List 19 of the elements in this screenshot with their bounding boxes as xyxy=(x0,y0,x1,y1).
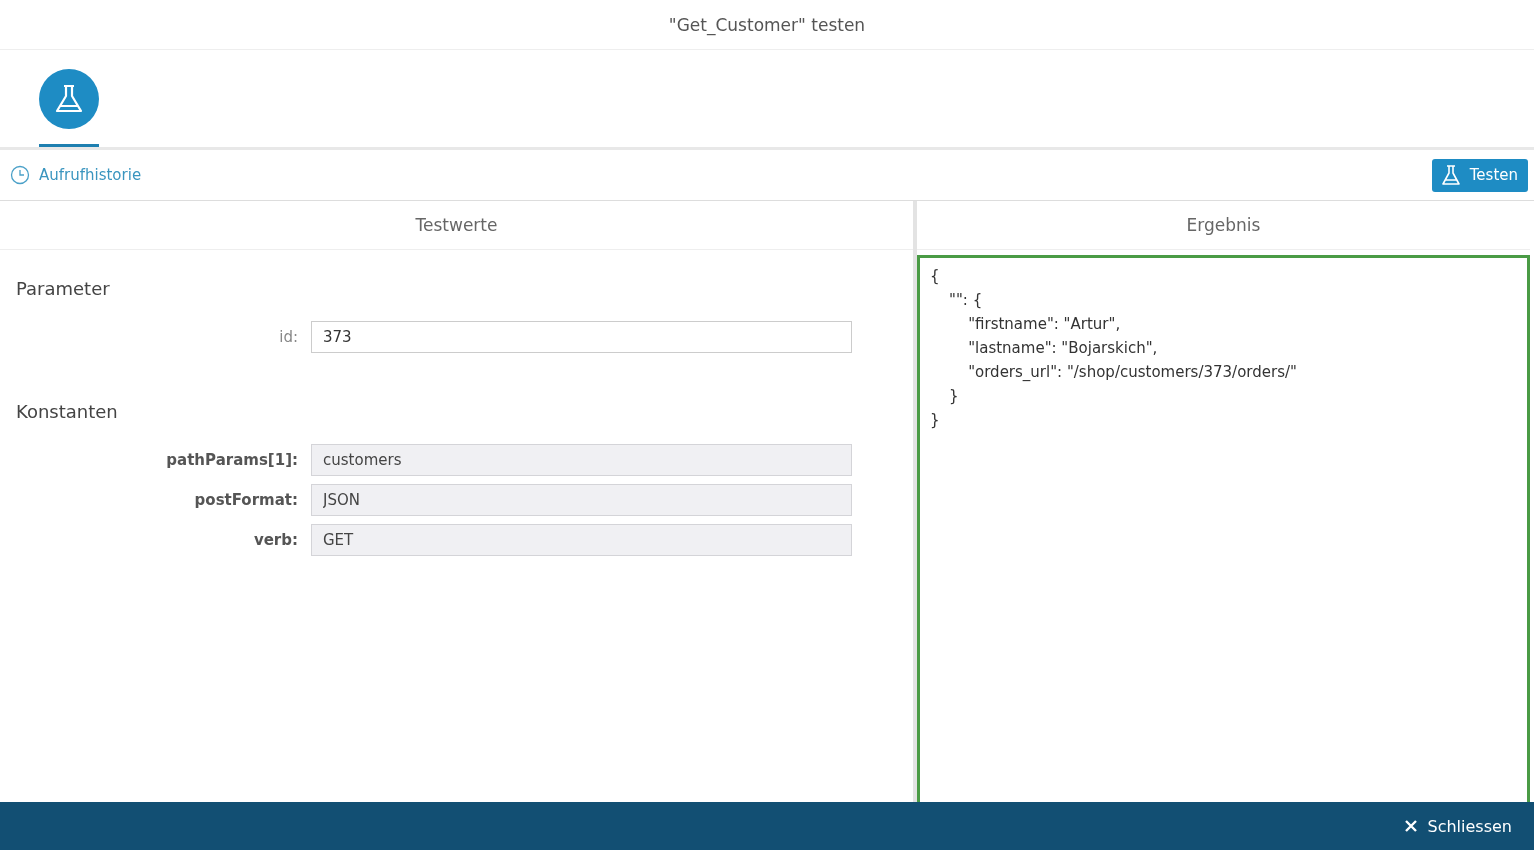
flask-icon xyxy=(1441,165,1460,185)
section-title: Konstanten xyxy=(16,401,119,422)
panel-heading: Ergebnis xyxy=(1186,215,1261,235)
input-field[interactable]: JSON xyxy=(311,484,852,516)
close-button[interactable]: Schliessen xyxy=(1397,815,1518,837)
input-field[interactable]: 373 xyxy=(311,321,852,353)
clock-icon xyxy=(10,165,30,185)
test-button[interactable]: Testen xyxy=(1431,158,1528,192)
panel-heading: Testwerte xyxy=(415,215,498,235)
field-label: id: xyxy=(278,328,298,346)
field-label: pathParams[1]: xyxy=(165,451,298,469)
result-json: { "": { "firstname": "Artur", "lastname": "Bojarskich", "orders_url": "/shop/customers/373/orders/" } } xyxy=(930,266,1298,431)
close-icon xyxy=(1403,819,1418,833)
field-label: postFormat: xyxy=(193,491,298,509)
input-field[interactable]: customers xyxy=(311,444,852,476)
field-label: verb: xyxy=(252,531,298,549)
section-title: Parameter xyxy=(16,278,111,299)
window-title: "Get_Customer" testen xyxy=(668,14,866,35)
input-field[interactable]: GET xyxy=(311,524,852,556)
